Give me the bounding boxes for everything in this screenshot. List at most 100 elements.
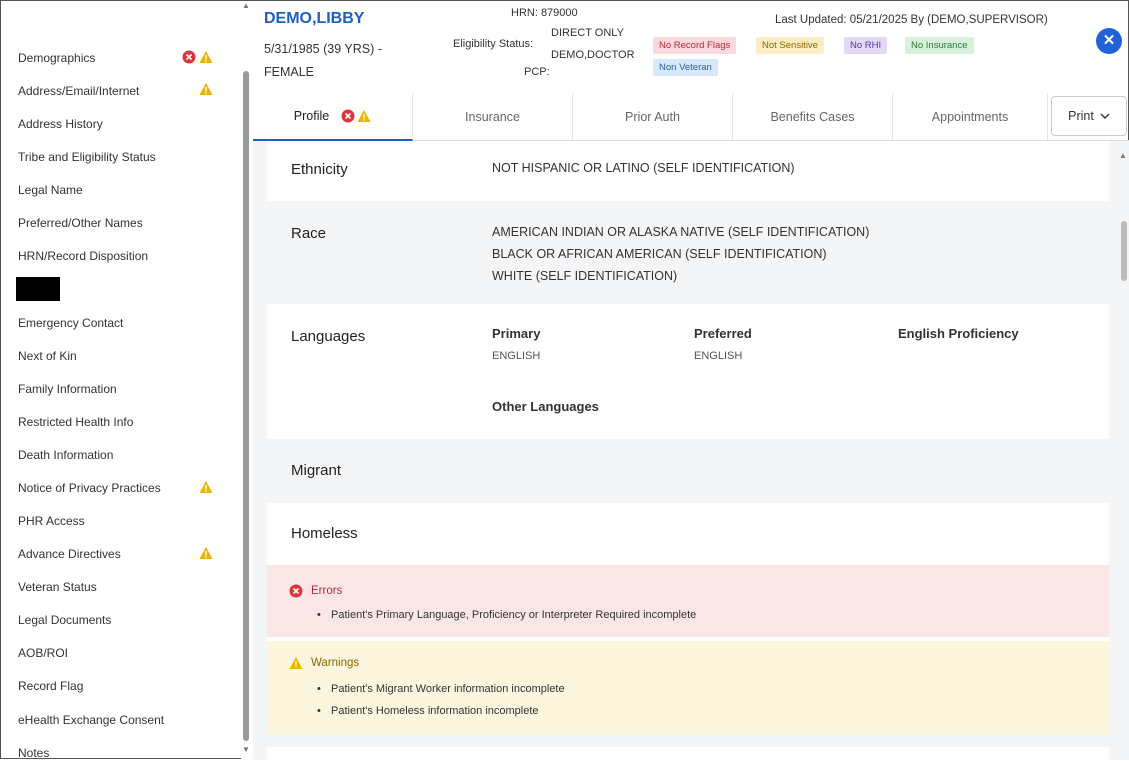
warnings-panel: Warnings Patient's Migrant Worker inform… <box>267 641 1109 735</box>
migrant-row: Migrant <box>267 439 1109 503</box>
badge-veteran: Non Veteran <box>653 59 718 76</box>
languages-label: Languages <box>291 328 366 345</box>
sidebar-item-label: PHR Access <box>18 514 85 528</box>
sidebar-item-label: Address History <box>18 117 103 131</box>
sidebar-item-death-info[interactable]: Death Information <box>18 448 113 462</box>
tab-profile[interactable]: Profile <box>253 93 413 141</box>
sidebar-item-restricted-health[interactable]: Restricted Health Info <box>18 415 133 429</box>
badge-rhi: No RHI <box>844 37 888 54</box>
tab-label: Profile <box>293 109 330 123</box>
sidebar-item-label: Veteran Status <box>18 580 97 594</box>
sidebar-item-family-info[interactable]: Family Information <box>18 382 117 396</box>
last-updated: Last Updated: 05/21/2025 By (DEMO,SUPERV… <box>775 14 1048 26</box>
chevron-down-icon <box>1100 113 1110 119</box>
sidebar-item-label: Death Information <box>18 448 114 462</box>
sidebar-item-label: Next of Kin <box>18 349 77 363</box>
profile-tabs: Profile Insurance Prior Auth Benefits Ca… <box>253 93 1129 141</box>
print-button[interactable]: Print <box>1051 96 1127 136</box>
sidebar-item-legal-documents[interactable]: Legal Documents <box>18 613 111 627</box>
badge-record-flags: No Record Flags <box>653 37 737 54</box>
english-proficiency-label: English Proficiency <box>898 326 1019 341</box>
migrant-label: Migrant <box>291 462 342 479</box>
sidebar-item-label: Emergency Contact <box>18 316 124 330</box>
sidebar-item-label: Notice of Privacy Practices <box>18 481 161 495</box>
warning-icon <box>357 110 371 122</box>
errors-panel: Errors Patient's Primary Language, Profi… <box>267 565 1109 637</box>
eligibility-label: Eligibility Status: <box>453 38 534 50</box>
warning-icon <box>199 481 213 493</box>
badge-insurance: No Insurance <box>905 37 974 54</box>
sidebar-item-preferred-names[interactable]: Preferred/Other Names <box>18 216 143 230</box>
sidebar-nav: Demographics Address/Email/Internet Addr… <box>2 2 240 760</box>
sidebar-item-label: Record Flag <box>18 679 84 693</box>
close-icon[interactable]: ✕ <box>1096 28 1122 54</box>
sidebar-item-veteran-status[interactable]: Veteran Status <box>18 580 97 594</box>
race-value: WHITE (SELF IDENTIFICATION) <box>492 269 678 283</box>
sidebar-item-label: Preferred/Other Names <box>18 216 143 230</box>
scroll-down-arrow-icon[interactable]: ▼ <box>241 745 251 757</box>
sidebar-item-label: HRN/Record Disposition <box>18 249 149 263</box>
ethnicity-row: Ethnicity NOT HISPANIC OR LATINO (SELF I… <box>267 141 1109 201</box>
warning-icon <box>199 51 213 63</box>
patient-sex: FEMALE <box>264 65 315 79</box>
profile-card: Ethnicity NOT HISPANIC OR LATINO (SELF I… <box>267 141 1109 735</box>
primary-language-value: ENGLISH <box>492 350 541 362</box>
error-icon <box>289 584 303 598</box>
scroll-up-arrow-icon[interactable]: ▲ <box>241 1 251 13</box>
sidebar-item-aob-roi[interactable]: AOB/ROI <box>18 646 68 660</box>
tab-label: Appointments <box>931 110 1009 124</box>
preferred-language-label: Preferred <box>694 326 752 341</box>
languages-row: Languages Primary ENGLISH Preferred ENGL… <box>267 304 1109 439</box>
sidebar-item-tribe-eligibility[interactable]: Tribe and Eligibility Status <box>18 150 156 164</box>
tab-label: Insurance <box>465 110 520 124</box>
race-value: BLACK OR AFRICAN AMERICAN (SELF IDENTIFI… <box>492 247 827 261</box>
sidebar-item-address-history[interactable]: Address History <box>18 117 103 131</box>
sidebar-item-advance-directives[interactable]: Advance Directives <box>18 547 121 561</box>
sidebar-item-label: Restricted Health Info <box>18 415 134 429</box>
sidebar-item-demographics-status <box>182 50 213 64</box>
patient-dob-age: 5/31/1985 (39 YRS) - <box>264 42 382 56</box>
sidebar-item-redacted[interactable] <box>16 277 60 301</box>
tab-benefits-cases[interactable]: Benefits Cases <box>733 93 893 141</box>
sidebar-item-legal-name[interactable]: Legal Name <box>18 183 83 197</box>
errors-title: Errors <box>311 585 343 597</box>
sidebar-item-address-email[interactable]: Address/Email/Internet <box>18 84 139 98</box>
tab-prior-auth[interactable]: Prior Auth <box>573 93 733 141</box>
scrollbar-thumb[interactable] <box>1121 221 1127 281</box>
sidebar-item-notes[interactable]: Notes <box>18 746 49 760</box>
eligibility-value: DIRECT ONLY <box>551 27 624 39</box>
tab-appointments[interactable]: Appointments <box>893 93 1048 141</box>
sidebar-item-record-flag[interactable]: Record Flag <box>18 679 83 693</box>
scroll-up-arrow-icon[interactable]: ▲ <box>1119 151 1127 160</box>
badge-sensitive: Not Sensitive <box>756 37 824 54</box>
sidebar-item-address-status <box>199 82 213 96</box>
tab-profile-status <box>341 109 371 123</box>
tab-insurance[interactable]: Insurance <box>413 93 573 141</box>
sidebar-item-ehealth-consent[interactable]: eHealth Exchange Consent <box>18 713 164 727</box>
print-label: Print <box>1068 109 1094 123</box>
preferred-language-value: ENGLISH <box>694 350 743 362</box>
sidebar-item-next-of-kin[interactable]: Next of Kin <box>18 349 77 363</box>
sidebar-item-label: eHealth Exchange Consent <box>18 713 165 727</box>
sidebar-item-phr-access[interactable]: PHR Access <box>18 514 85 528</box>
ethnicity-value: NOT HISPANIC OR LATINO (SELF IDENTIFICAT… <box>492 161 795 175</box>
race-label: Race <box>291 225 327 242</box>
sidebar-item-demographics[interactable]: Demographics <box>18 51 95 65</box>
app-frame: Demographics Address/Email/Internet Addr… <box>0 0 1129 761</box>
scrollbar-thumb[interactable] <box>243 71 249 741</box>
error-item: Patient's Primary Language, Proficiency … <box>317 609 696 621</box>
patient-header: DEMO,LIBBY 5/31/1985 (39 YRS) - FEMALE H… <box>253 1 1129 93</box>
patient-hrn: HRN: 879000 <box>511 7 578 19</box>
content-scrollbar[interactable]: ▲ <box>1119 141 1129 760</box>
sidebar-item-hrn-disposition[interactable]: HRN/Record Disposition <box>18 249 148 263</box>
patient-name[interactable]: DEMO,LIBBY <box>264 10 364 28</box>
sidebar-item-label: Advance Directives <box>18 547 121 561</box>
sidebar-item-privacy-practices[interactable]: Notice of Privacy Practices <box>18 481 161 495</box>
profile-content: Ethnicity NOT HISPANIC OR LATINO (SELF I… <box>253 141 1129 761</box>
sidebar-scrollbar[interactable]: ▲ ▼ <box>241 1 253 760</box>
sidebar-item-emergency-contact[interactable]: Emergency Contact <box>18 316 123 330</box>
sidebar-item-label: Tribe and Eligibility Status <box>18 150 156 164</box>
sidebar-item-label: Demographics <box>18 51 96 65</box>
tab-label: Prior Auth <box>625 110 680 124</box>
warnings-title: Warnings <box>311 657 360 669</box>
